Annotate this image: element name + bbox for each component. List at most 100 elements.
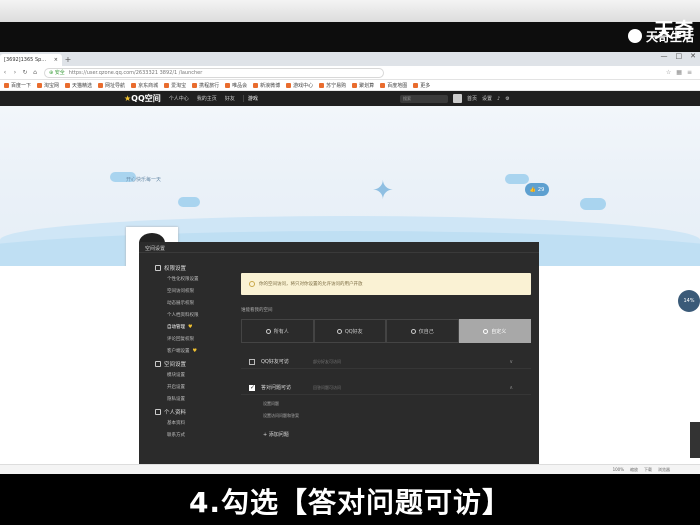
bookmark-item[interactable]: 携程旅行: [192, 82, 219, 89]
sidebar-item[interactable]: 动态展示权限: [167, 300, 231, 306]
sidebar-item[interactable]: 客户端设置 ♥: [167, 348, 231, 354]
refresh-icon[interactable]: ↻: [20, 69, 30, 76]
float-badge[interactable]: 14%: [678, 290, 700, 312]
extension-icon[interactable]: ▦: [676, 69, 682, 76]
back-icon[interactable]: ‹: [0, 69, 10, 76]
permission-button[interactable]: 仅自己: [386, 319, 459, 343]
set-question-link[interactable]: 设置问题: [263, 401, 531, 407]
option-row[interactable]: QQ好友可访 部分好友可访问 ∨: [241, 355, 531, 369]
sidebar-item[interactable]: 个性化权限设置: [167, 276, 231, 282]
sidebar-item-label: 空间访问权限: [167, 289, 194, 294]
new-tab-button[interactable]: +: [62, 54, 74, 66]
bookmark-item[interactable]: 爱淘宝: [164, 82, 186, 89]
home-icon[interactable]: ⌂: [30, 69, 40, 76]
sidebar-item[interactable]: 开启设置: [167, 384, 231, 390]
nav-home-link[interactable]: 首页: [467, 95, 477, 102]
bookmark-item[interactable]: 游戏中心: [286, 82, 313, 89]
minimize-button[interactable]: —: [661, 52, 668, 60]
sidebar-item-label: 客户端设置: [167, 349, 190, 354]
sidebar-item[interactable]: 模块设置: [167, 372, 231, 378]
sidebar-item-label: 隐私设置: [167, 397, 185, 402]
bookmark-item[interactable]: 天猫精选: [65, 82, 92, 89]
sidebar-item[interactable]: 评论回复权限: [167, 336, 231, 342]
bookmark-item[interactable]: 百度地图: [380, 82, 407, 89]
bookmark-item[interactable]: 唯品会: [225, 82, 247, 89]
side-toolbar[interactable]: [690, 422, 700, 458]
address-bar: ‹ › ↻ ⌂ ⊕ 安全 https://user.qzone.qq.com/2…: [0, 66, 700, 80]
permission-label: 仅自己: [418, 328, 434, 335]
permission-buttons: 所有人 QQ好友 仅自己 自定义: [241, 319, 531, 343]
nav-link-personal-center[interactable]: 个人中心: [169, 95, 189, 102]
sidebar-item-label: 个人档资料权限: [167, 313, 199, 318]
sidebar-item-label: 动态展示权限: [167, 301, 194, 306]
window-controls: — □ ✕: [661, 52, 697, 60]
settings-panel: 空间设置 权限设置 个性化权限设置 空间访问权限 动态展示权限 个人档资料权限 自动管理 ♥…: [139, 242, 539, 474]
close-icon[interactable]: ×: [54, 57, 58, 63]
status-item[interactable]: 浏览器: [658, 467, 670, 473]
permission-label: QQ好友: [344, 328, 363, 335]
url-text: https://user.qzone.qq.com/2633321 3892/1…: [68, 69, 203, 76]
nav-link-friends[interactable]: 好友: [225, 95, 235, 102]
sidebar-item[interactable]: 个人档资料权限: [167, 312, 231, 318]
add-question-button[interactable]: + 添加问题: [263, 431, 531, 438]
permission-button[interactable]: 自定义: [458, 319, 531, 343]
panel-title: 空间设置: [139, 242, 539, 253]
qzone-logo[interactable]: ★QQ空间: [124, 93, 161, 104]
close-window-button[interactable]: ✕: [690, 52, 696, 60]
checkbox[interactable]: [249, 384, 255, 391]
sidebar-item[interactable]: 隐私设置: [167, 396, 231, 402]
status-item[interactable]: 下载: [644, 467, 652, 473]
gear-icon[interactable]: ⚙: [505, 96, 509, 102]
screen: [3692]1365 Sp... × + — □ ✕ ‹ › ↻ ⌂ ⊕ 安全 …: [0, 52, 700, 474]
status-item[interactable]: 缩放: [630, 467, 638, 473]
sidebar-item[interactable]: 空间访问权限: [167, 288, 231, 294]
bookmark-item[interactable]: 淘宝网: [37, 82, 59, 89]
bookmark-item[interactable]: 苏宁易购: [319, 82, 346, 89]
url-input[interactable]: ⊕ 安全 https://user.qzone.qq.com/2633321 3…: [44, 67, 384, 78]
cloud-decoration: [505, 174, 529, 184]
permission-button[interactable]: 所有人: [241, 319, 314, 343]
bookmark-item[interactable]: 网址导航: [98, 82, 125, 89]
bookmark-item[interactable]: 聚划算: [352, 82, 374, 89]
status-item[interactable]: 100%: [613, 467, 624, 472]
section-title-text: 个人资料: [164, 410, 187, 416]
bookmark-item[interactable]: 更多: [413, 82, 430, 89]
option-row[interactable]: 答对问题可访 回答问题可访问 ∧: [241, 381, 531, 395]
sidebar-item-label: 个性化权限设置: [167, 277, 199, 282]
qzone-top-nav: ★QQ空间 个人中心 我的主页 好友 游戏 搜索 首页 设置 ♪ ⚙: [0, 91, 700, 106]
sidebar-item[interactable]: 自动管理 ♥: [167, 324, 231, 330]
bookmark-item[interactable]: 新浪微博: [253, 82, 280, 89]
nav-settings-link[interactable]: 设置: [482, 95, 492, 102]
sidebar-item-label: 自动管理: [167, 325, 185, 330]
permission-button[interactable]: QQ好友: [313, 319, 386, 343]
section-label: 谁能看我的空间: [241, 308, 273, 313]
heart-icon: ♥: [188, 324, 193, 330]
thumb-icon: 👍: [529, 186, 536, 193]
chevron-icon[interactable]: ∧: [509, 385, 513, 391]
nav-link-games[interactable]: 游戏: [242, 95, 258, 102]
info-icon: [249, 281, 255, 287]
avatar[interactable]: [453, 94, 462, 103]
sidebar-item[interactable]: 基本资料: [167, 420, 231, 426]
star-icon[interactable]: ☆: [666, 69, 671, 76]
watermark: 天奇生活 天奇: [627, 18, 694, 52]
maximize-button[interactable]: □: [676, 52, 683, 60]
browser-tab[interactable]: [3692]1365 Sp... ×: [0, 54, 62, 66]
menu-icon[interactable]: ≡: [687, 69, 692, 76]
sidebar-section-title: 权限设置: [155, 264, 231, 272]
checkbox[interactable]: [249, 358, 255, 365]
chevron-icon[interactable]: ∨: [509, 359, 513, 365]
sidebar-item[interactable]: 联系方式: [167, 432, 231, 438]
bookmark-item[interactable]: 百度一下: [4, 82, 31, 89]
bookmark-item[interactable]: 京东商城: [131, 82, 158, 89]
sidebar-item-label: 模块设置: [167, 373, 185, 378]
nav-link-my-home[interactable]: 我的主页: [197, 95, 217, 102]
qzone-search-input[interactable]: 搜索: [400, 94, 448, 103]
options-list: QQ好友可访 部分好友可访问 ∨ 答对问题可访 回答问题可访问 ∧: [241, 355, 531, 395]
bell-icon[interactable]: ♪: [497, 96, 500, 102]
like-button[interactable]: 👍 29: [525, 183, 549, 196]
option-desc: 回答问题可访问: [313, 384, 341, 390]
monitor-bezel: [0, 22, 700, 52]
browser-status-bar: 100% 缩放 下载 浏览器: [0, 464, 700, 474]
forward-icon[interactable]: ›: [10, 69, 20, 76]
